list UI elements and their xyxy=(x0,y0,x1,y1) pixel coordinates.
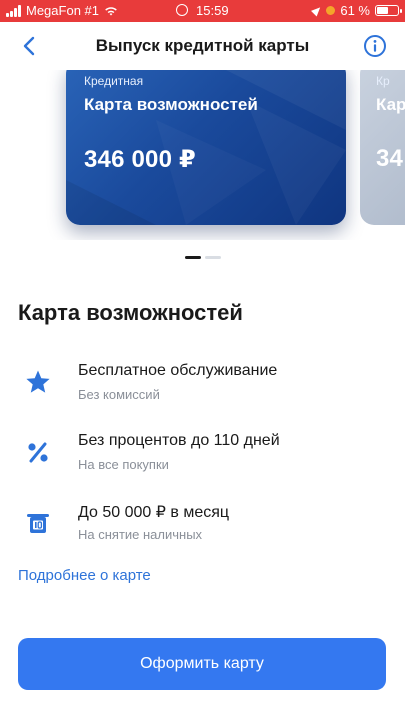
feature-subtitle: На все покупки xyxy=(78,457,169,472)
alarm-icon xyxy=(176,4,189,16)
next-card-preview[interactable]: Кр Кар 34 xyxy=(360,70,405,225)
credit-card[interactable]: Кредитная Карта возможностей 346 000 ₽ xyxy=(66,70,346,225)
feature-subtitle: На снятие наличных xyxy=(78,527,203,542)
card-limit: 34 xyxy=(376,145,404,172)
card-limit: 346 000 ₽ xyxy=(84,146,196,173)
status-bar: MegaFon #1 15:59 61 % xyxy=(0,0,405,22)
feature-subtitle: Без комиссий xyxy=(78,387,160,402)
card-type: Кредитная xyxy=(84,74,144,88)
status-time: 15:59 xyxy=(196,3,229,18)
card-type: Кр xyxy=(376,74,390,88)
card-name: Карта возможностей xyxy=(84,95,258,114)
battery-icon xyxy=(375,5,402,16)
feature-title: Бесплатное обслуживание xyxy=(78,362,278,379)
card-details-link[interactable]: Подробнее о карте xyxy=(18,567,151,584)
carousel-indicator xyxy=(0,256,405,259)
percent-icon xyxy=(28,442,48,463)
feature-title: До 50 000 ₽ в месяц xyxy=(78,504,230,521)
card-name: Кар xyxy=(376,95,405,114)
card-carousel[interactable]: Кредитная Карта возможностей 346 000 ₽ К… xyxy=(0,70,405,240)
battery-percent: 61 % xyxy=(340,3,370,18)
feature-item: До 50 000 ₽ в месяц На снятие наличных xyxy=(0,500,405,560)
feature-title: Без процентов до 110 дней xyxy=(78,432,280,449)
nav-bar: Выпуск кредитной карты xyxy=(0,22,405,70)
info-icon[interactable] xyxy=(363,34,387,58)
star-icon xyxy=(26,370,50,393)
carousel-dot-active xyxy=(184,256,201,259)
cash-icon xyxy=(27,514,49,533)
feature-item: Бесплатное обслуживание Без комиссий xyxy=(0,360,405,420)
orientation-lock-icon xyxy=(326,6,336,15)
section-title: Карта возможностей xyxy=(18,300,243,325)
carousel-dot xyxy=(204,256,221,259)
location-icon xyxy=(311,4,324,17)
page-title: Выпуск кредитной карты xyxy=(95,36,310,55)
feature-item: Без процентов до 110 дней На все покупки xyxy=(0,430,405,490)
apply-card-button[interactable]: Оформить карту xyxy=(18,638,386,690)
